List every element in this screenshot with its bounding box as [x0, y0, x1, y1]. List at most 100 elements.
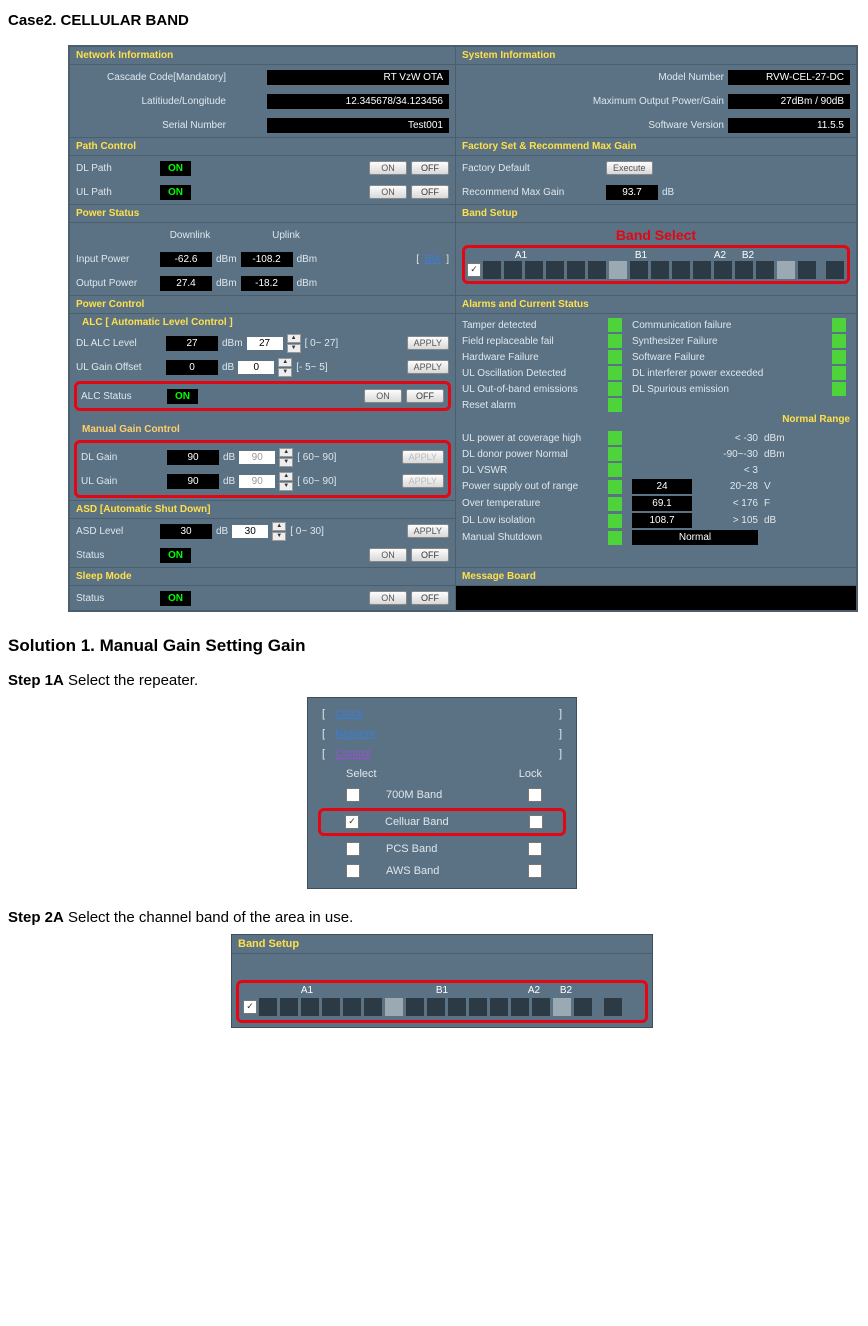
- input-ul-value: -108.2: [241, 252, 293, 267]
- ul-gain-range: [ 60~ 90]: [297, 476, 336, 487]
- alarm-synth: Synthesizer Failure: [632, 336, 826, 347]
- band-slot[interactable]: [483, 261, 501, 279]
- step-band-a2: A2: [525, 985, 543, 996]
- model-label: Model Number: [462, 72, 724, 83]
- repeater-select-panel: [Clock] [Network] [Control] SelectLock 7…: [307, 697, 577, 889]
- clock-link[interactable]: Clock: [335, 708, 363, 720]
- message-board-body: [456, 586, 856, 610]
- dl-alc-value: 27: [166, 336, 218, 351]
- dl-alc-apply-button[interactable]: APPLY: [407, 336, 449, 350]
- dl-alc-range: [ 0~ 27]: [305, 338, 339, 349]
- select-700m-checkbox[interactable]: [346, 788, 360, 802]
- asd-level-range: [ 0~ 30]: [290, 526, 324, 537]
- alarm-ul-cov: UL power at coverage high: [462, 433, 602, 444]
- dl-path-status: ON: [160, 161, 191, 176]
- lock-aws-checkbox[interactable]: [528, 864, 542, 878]
- ul-path-off-button[interactable]: OFF: [411, 185, 449, 199]
- system-info-title: System Information: [456, 47, 856, 65]
- band-select-highlight: A1 B1 A2 B2: [462, 245, 850, 284]
- step-2a: Step 2A Select the channel band of the a…: [8, 909, 868, 926]
- lock-cellular-checkbox[interactable]: [529, 815, 543, 829]
- output-ul-value: -18.2: [241, 276, 293, 291]
- dl-alc-input[interactable]: 27: [247, 337, 283, 350]
- band-master-checkbox[interactable]: [467, 263, 481, 277]
- network-link[interactable]: Network: [335, 728, 375, 740]
- sleep-status-value: ON: [160, 591, 191, 606]
- downlink-header: Downlink: [160, 230, 220, 241]
- asd-status-label: Status: [76, 550, 156, 561]
- output-power-label: Output Power: [76, 278, 156, 289]
- sleep-on-button[interactable]: ON: [369, 591, 407, 605]
- dl-gain-apply-button[interactable]: APPLY: [402, 450, 444, 464]
- lock-header: Lock: [519, 768, 542, 780]
- band-700m-label: 700M Band: [370, 789, 518, 801]
- dl-alc-label: DL ALC Level: [76, 338, 162, 349]
- asd-title: ASD [Automatic Shut Down]: [70, 501, 455, 519]
- sleep-off-button[interactable]: OFF: [411, 591, 449, 605]
- normal-range-header: Normal Range: [782, 414, 850, 425]
- cascade-label: Cascade Code[Mandatory]: [76, 72, 226, 83]
- step-band-master-checkbox[interactable]: [243, 1000, 257, 1014]
- alarm-ul-osc: UL Oscillation Detected: [462, 368, 602, 379]
- band-pcs-label: PCS Band: [370, 843, 518, 855]
- serial-value: Test001: [267, 118, 449, 133]
- psu-range: 20~28: [698, 481, 758, 492]
- ba-link[interactable]: B/A: [425, 254, 441, 265]
- latlon-value: 12.345678/34.123456: [267, 94, 449, 109]
- control-link[interactable]: Control: [335, 748, 370, 760]
- stepper-icon[interactable]: ▲▼: [287, 334, 301, 353]
- asd-level-input[interactable]: 30: [232, 525, 268, 538]
- select-pcs-checkbox[interactable]: [346, 842, 360, 856]
- iso-range: > 105: [698, 515, 758, 526]
- band-b2-label: B2: [739, 250, 757, 261]
- band-select-step-highlight: A1 B1 A2 B2: [236, 980, 648, 1023]
- psu-value: 24: [632, 479, 692, 494]
- case-title: Case2. CELLULAR BAND: [8, 12, 868, 29]
- maxpower-value: 27dBm / 90dB: [728, 94, 850, 109]
- lock-700m-checkbox[interactable]: [528, 788, 542, 802]
- manual-value: Normal: [632, 530, 758, 545]
- ul-cov-range: < -30: [698, 433, 758, 444]
- ul-gain-input[interactable]: 90: [239, 475, 275, 488]
- alc-off-button[interactable]: OFF: [406, 389, 444, 403]
- temp-value: 69.1: [632, 496, 692, 511]
- asd-on-button[interactable]: ON: [369, 548, 407, 562]
- band-b1-label: B1: [591, 250, 691, 261]
- dl-gain-input[interactable]: 90: [239, 451, 275, 464]
- dl-path-off-button[interactable]: OFF: [411, 161, 449, 175]
- alarm-tamper: Tamper detected: [462, 320, 602, 331]
- power-control-title: Power Control: [70, 296, 455, 314]
- alc-on-button[interactable]: ON: [364, 389, 402, 403]
- ul-path-on-button[interactable]: ON: [369, 185, 407, 199]
- factory-default-label: Factory Default: [462, 163, 602, 174]
- asd-off-button[interactable]: OFF: [411, 548, 449, 562]
- asd-apply-button[interactable]: APPLY: [407, 524, 449, 538]
- band-a2-label: A2: [711, 250, 729, 261]
- dl-path-on-button[interactable]: ON: [369, 161, 407, 175]
- input-power-label: Input Power: [76, 254, 156, 265]
- alarm-dl-spur: DL Spurious emission: [632, 384, 826, 395]
- ul-offset-input[interactable]: 0: [238, 361, 274, 374]
- alarm-dl-donor: DL donor power Normal: [462, 449, 602, 460]
- ul-path-status: ON: [160, 185, 191, 200]
- select-aws-checkbox[interactable]: [346, 864, 360, 878]
- alarm-temp: Over temperature: [462, 498, 602, 509]
- select-header: Select: [346, 768, 386, 780]
- execute-button[interactable]: Execute: [606, 161, 653, 175]
- band-cellular-label: Celluar Band: [369, 816, 519, 828]
- network-info-title: Network Information: [70, 47, 455, 65]
- alc-status-label: ALC Status: [81, 391, 163, 402]
- sleep-title: Sleep Mode: [70, 568, 455, 586]
- lock-pcs-checkbox[interactable]: [528, 842, 542, 856]
- model-value: RVW-CEL-27-DC: [728, 70, 850, 85]
- alarm-dl-intf: DL interferer power exceeded: [632, 368, 826, 379]
- ul-offset-apply-button[interactable]: APPLY: [407, 360, 449, 374]
- serial-label: Serial Number: [76, 120, 226, 131]
- cascade-value: RT VzW OTA: [267, 70, 449, 85]
- alarm-field: Field replaceable fail: [462, 336, 602, 347]
- ul-gain-apply-button[interactable]: APPLY: [402, 474, 444, 488]
- band-select-annotation: Band Select: [462, 227, 850, 243]
- alarm-psu: Power supply out of range: [462, 481, 602, 492]
- select-cellular-checkbox[interactable]: [345, 815, 359, 829]
- swver-value: 11.5.5: [728, 118, 850, 133]
